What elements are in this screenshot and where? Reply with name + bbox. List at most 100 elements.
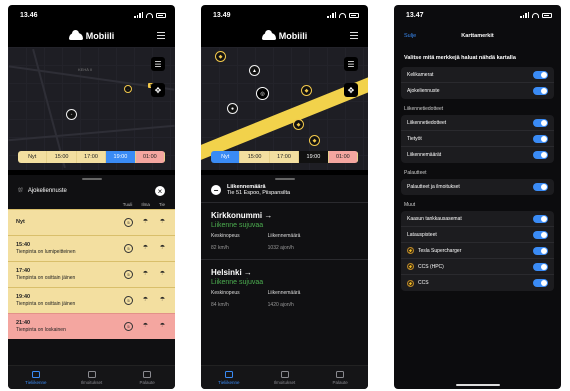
time-option[interactable]: 19:00 [299, 151, 329, 163]
time-option-selected[interactable]: 19:00 [106, 151, 136, 163]
road-icon: ☂ [159, 323, 166, 329]
wind-icon: 5 [124, 244, 133, 253]
app-header: Mobiili [8, 25, 175, 47]
close-icon[interactable]: × [155, 186, 165, 196]
direction-link[interactable]: Kirkkonummi → Liikenne sujuvaa [201, 205, 368, 229]
tab-feedback[interactable]: Palaute [119, 366, 175, 389]
time-option[interactable]: Nyt [18, 151, 48, 163]
map-place-label: KEHÄ II [78, 67, 93, 72]
tab-road-traffic[interactable]: Tieliikenne [8, 366, 64, 389]
map-view[interactable]: KEHÄ II ◦ · 51 ☰ ✥ Nyt 15:00 17:00 19:00… [8, 47, 175, 170]
setting-row[interactable]: Palautteet ja ilmoitukset [401, 179, 554, 195]
battery-icon [349, 12, 359, 18]
layers-icon[interactable]: ☰ [151, 57, 165, 71]
direction-link[interactable]: Helsinki → Liikenne sujuvaa [201, 262, 368, 286]
toggle-switch[interactable] [533, 214, 548, 223]
setting-row[interactable]: Kaasun tankkausasemat [401, 211, 554, 227]
close-button[interactable]: Sulje [404, 33, 416, 39]
toggle-switch[interactable] [533, 134, 548, 143]
setting-row[interactable]: ⚡ CCS (HPC) [401, 259, 554, 275]
menu-icon[interactable] [157, 32, 165, 39]
traffic-status: Liikenne sujuvaa [211, 279, 264, 286]
mail-icon [143, 370, 152, 378]
stat-value: 1032 ajon/h [267, 245, 294, 251]
time-option[interactable]: 17:00 [76, 151, 107, 163]
tab-feedback[interactable]: Palaute [312, 366, 368, 389]
layers-icon[interactable]: ☰ [344, 57, 358, 71]
forecast-text: Tienpinta on osittain jäinen [16, 274, 76, 281]
locate-icon[interactable]: ✥ [151, 83, 165, 97]
time-option[interactable]: 15:00 [240, 151, 270, 163]
direction-name: Kirkkonummi → [211, 211, 273, 220]
setting-row[interactable]: Tietyöt [401, 131, 554, 147]
time-option[interactable]: 01:00 [328, 151, 358, 163]
time-option[interactable]: 01:00 [135, 151, 165, 163]
selected-marker[interactable]: ◎ [256, 87, 269, 100]
toggle-switch[interactable] [533, 70, 548, 79]
signal-icon [327, 12, 336, 18]
toggle-switch[interactable] [533, 246, 548, 255]
forecast-row[interactable]: 15:40 Tienpinta on lumipeitteinen 5 ☂ ☂ [8, 235, 175, 261]
forecast-row[interactable]: Nyt 5 ☂ ☂ [8, 209, 175, 235]
toggle-switch[interactable] [533, 279, 548, 287]
traffic-marker[interactable]: ▲ [249, 65, 260, 76]
close-icon[interactable]: − [211, 185, 221, 195]
toggle-switch[interactable] [533, 262, 548, 271]
column-headers: Tuuli Ilma Tie [8, 200, 175, 209]
settings-group: Liikennetiedotteet Tietyöt Liikennemäärä… [401, 115, 554, 163]
toggle-switch[interactable] [533, 151, 548, 159]
time-option-selected[interactable]: Nyt [211, 151, 241, 163]
status-time: 13.46 [20, 11, 38, 19]
document-icon [280, 370, 289, 378]
road-weather-icon: ⛆ [18, 187, 23, 194]
time-selector[interactable]: Nyt 15:00 17:00 19:00 01:00 [18, 151, 165, 163]
weather-marker[interactable]: ◦ [66, 109, 77, 120]
traffic-marker[interactable]: ◆ [215, 51, 226, 62]
app-header: Mobiili [201, 25, 368, 47]
traffic-marker[interactable]: ◆ [301, 85, 312, 96]
setting-row[interactable]: Kelikamerat [401, 67, 554, 83]
menu-icon[interactable] [350, 32, 358, 39]
tab-notifications[interactable]: Ilmoitukset [257, 366, 313, 389]
phone-screen-traffic: 13.49 Mobiili ◆ ▲ ◎ ● ◆ ◆ ◆ ☰ ✥ Nyt 15:0… [201, 5, 368, 389]
stat-value: 1420 ajon/h [267, 302, 294, 308]
status-bar: 13.47 [394, 5, 561, 25]
status-bar: 13.46 [8, 5, 175, 25]
wifi-icon [532, 12, 539, 18]
page-title: Karttamerkit [461, 33, 494, 39]
locate-icon[interactable]: ✥ [344, 83, 358, 97]
home-indicator [455, 384, 500, 386]
forecast-row[interactable]: 17:40 Tienpinta on osittain jäinen 5 ☂ ☂ [8, 261, 175, 287]
weather-marker[interactable]: · [124, 85, 132, 93]
tab-road-traffic[interactable]: Tieliikenne [201, 366, 257, 389]
toggle-switch[interactable] [533, 87, 548, 95]
time-selector[interactable]: Nyt 15:00 17:00 19:00 01:00 [211, 151, 358, 163]
home-icon [31, 370, 40, 378]
toggle-switch[interactable] [533, 230, 548, 239]
traffic-marker[interactable]: ● [227, 103, 238, 114]
page-description: Valitse mitä merkkejä haluat nähdä karta… [404, 55, 516, 61]
setting-row[interactable]: Liikennemäärät [401, 147, 554, 163]
setting-row[interactable]: ⚡ Tesla Supercharger [401, 243, 554, 259]
temp-icon: ☂ [142, 323, 149, 329]
setting-row[interactable]: Ajokeliennuste [401, 83, 554, 99]
traffic-marker[interactable]: ◆ [309, 135, 320, 146]
forecast-row[interactable]: 21:40 Tienpinta on loskainen 5 ☂ ☂ [8, 313, 175, 339]
setting-row[interactable]: Liikennetiedotteet [401, 115, 554, 131]
toggle-switch[interactable] [533, 118, 548, 127]
setting-row[interactable]: Latauspisteet [401, 227, 554, 243]
setting-row[interactable]: ⚡ CCS [401, 275, 554, 291]
toggle-switch[interactable] [533, 183, 548, 191]
stat-label: Keskinopeus [211, 290, 240, 296]
forecast-row[interactable]: 19:40 Tienpinta on osittain jäinen 5 ☂ ☂ [8, 287, 175, 313]
traffic-marker[interactable]: ◆ [293, 119, 304, 130]
column-header: Tie [158, 202, 165, 207]
wind-icon: 5 [124, 218, 133, 227]
tab-notifications[interactable]: Ilmoitukset [64, 366, 120, 389]
time-option[interactable]: 15:00 [47, 151, 77, 163]
stat-label: Liikennemäärä [267, 233, 301, 239]
section-header: Palautteet [404, 170, 427, 176]
map-view[interactable]: ◆ ▲ ◎ ● ◆ ◆ ◆ ☰ ✥ Nyt 15:00 17:00 19:00 … [201, 47, 368, 170]
time-option[interactable]: 17:00 [269, 151, 300, 163]
forecast-time: 15:40 [16, 241, 31, 248]
